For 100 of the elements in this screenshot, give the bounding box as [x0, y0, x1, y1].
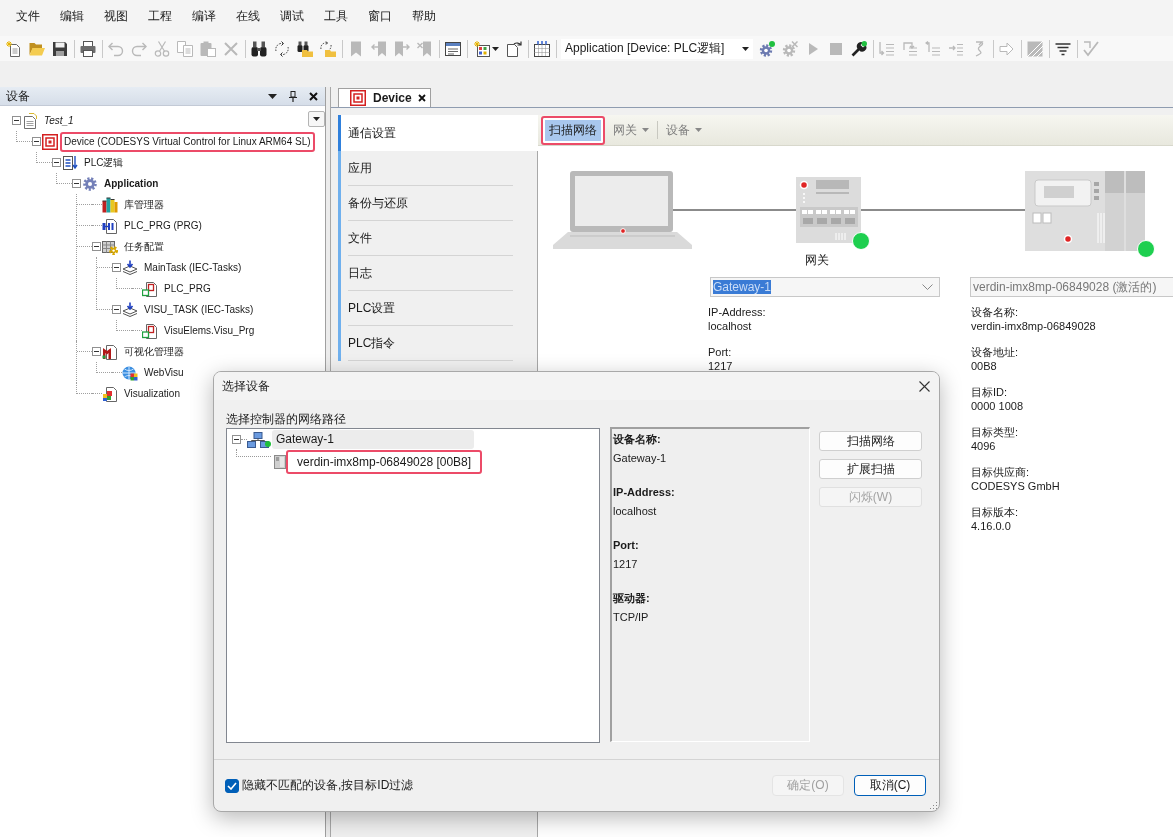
document-bars-icon — [102, 217, 118, 234]
step-into-icon — [879, 40, 895, 57]
tree-item[interactable]: Gateway-1 — [272, 430, 474, 449]
editor-tab[interactable]: Device — [338, 88, 431, 107]
bookmark-delete-icon — [417, 40, 433, 57]
info-value: 00B8 — [971, 359, 998, 373]
save-icon — [52, 40, 68, 57]
tree-item[interactable]: Application — [100, 173, 163, 194]
books-icon — [102, 196, 118, 213]
dialog-button[interactable]: 扫描网络 — [819, 431, 922, 451]
info-value: 1217 — [708, 359, 734, 373]
tree-item[interactable]: WebVisu — [140, 362, 188, 383]
clipboard-icon — [200, 40, 216, 57]
collapse-icon[interactable] — [52, 158, 61, 167]
info-value: CODESYS GmbH — [971, 479, 1061, 493]
info-label: 目标版本: — [971, 505, 1020, 519]
caret-icon[interactable] — [268, 93, 277, 99]
document-block-icon — [102, 343, 118, 360]
nav-item[interactable]: 通信设置 — [338, 115, 538, 151]
tree-item[interactable]: 可视化管理器 — [120, 341, 188, 362]
menu-item[interactable]: 工程 — [138, 5, 182, 27]
collapse-icon[interactable] — [32, 137, 41, 146]
dialog-title: 选择设备 — [222, 377, 271, 395]
wrench-icon — [851, 40, 867, 57]
menu-item[interactable]: 文件 — [6, 5, 50, 27]
collapse-icon[interactable] — [112, 263, 121, 272]
detail-value: Gateway-1 — [613, 451, 668, 466]
tree-item[interactable]: Device (CODESYS Virtual Control for Linux ARM64 SL) — [60, 131, 315, 152]
globe-squares-icon — [122, 364, 138, 381]
tree-item[interactable]: VisuElems.Visu_Prg — [160, 320, 259, 341]
check-arrow-icon — [1083, 40, 1099, 57]
menu-item[interactable]: 编译 — [182, 5, 226, 27]
tree-item[interactable]: PLC_PRG (PRG) — [120, 215, 206, 236]
menu-item[interactable]: 工具 — [314, 5, 358, 27]
nested-squares-icon — [350, 90, 366, 106]
tree-item[interactable]: PLC_PRG — [160, 278, 215, 299]
collapse-icon[interactable] — [12, 116, 21, 125]
gear-cross-icon — [782, 40, 798, 57]
tree-item[interactable]: verdin-imx8mp-06849028 [00B8] — [286, 450, 483, 474]
detail-label: 驱动器: — [613, 591, 651, 606]
document-arrow-icon — [506, 40, 522, 57]
delete-icon — [223, 40, 239, 57]
tree-item[interactable]: VISU_TASK (IEC-Tasks) — [140, 299, 258, 320]
info-label: 目标类型: — [971, 425, 1020, 439]
tree-item[interactable]: Visualization — [120, 383, 184, 404]
bookmark-next-icon — [394, 40, 410, 57]
collapse-icon[interactable] — [232, 435, 241, 444]
tree-item[interactable]: Test_1 — [40, 110, 78, 131]
module-icon — [274, 454, 286, 470]
window-list-icon — [445, 40, 461, 57]
scissors-icon — [154, 40, 170, 57]
check-icon — [227, 781, 237, 790]
menu-item[interactable]: 编辑 — [50, 5, 94, 27]
collapse-icon[interactable] — [92, 242, 101, 251]
close-icon[interactable] — [417, 94, 426, 102]
menu-item[interactable]: 调试 — [270, 5, 314, 27]
undo-icon — [108, 40, 124, 57]
collapse-icon[interactable] — [72, 179, 81, 188]
document-lines-icon — [62, 154, 78, 171]
info-value: localhost — [708, 319, 753, 333]
collapse-icon[interactable] — [92, 347, 101, 356]
info-label: Port: — [708, 345, 733, 359]
menu-item[interactable]: 窗口 — [358, 5, 402, 27]
bookmark-icon — [348, 40, 364, 57]
layers-arrow-icon — [122, 259, 138, 276]
gear-icon — [82, 175, 98, 192]
dialog-button[interactable]: 扩展扫描 — [819, 459, 922, 479]
binoculars-folder-icon — [297, 40, 313, 57]
caret-icon — [695, 128, 702, 132]
collapse-icon[interactable] — [112, 305, 121, 314]
step-over-icon — [902, 40, 918, 57]
grid-gear-icon — [102, 238, 118, 255]
gateway-label: 网关 — [805, 253, 829, 267]
chevron-down-icon — [922, 284, 933, 290]
tree-item[interactable]: MainTask (IEC-Tasks) — [140, 257, 246, 278]
checkbox-label: 隐藏不匹配的设备,按目标ID过滤 — [242, 777, 415, 794]
checkbox[interactable] — [225, 778, 239, 793]
gateway-drawing — [796, 177, 861, 243]
menu-item[interactable]: 视图 — [94, 5, 138, 27]
close-icon[interactable] — [309, 91, 318, 101]
detail-label: 设备名称: — [613, 432, 662, 447]
pin-icon[interactable] — [289, 90, 297, 102]
hatched-square-icon — [1027, 40, 1043, 57]
dropdown[interactable]: Application [Device: PLC逻辑] — [561, 38, 753, 59]
resize-grip-icon — [929, 801, 937, 809]
tree-item[interactable]: PLC逻辑 — [80, 152, 128, 173]
info-value: 4.16.0.0 — [971, 519, 1012, 533]
dialog-button[interactable]: 取消(C) — [854, 775, 926, 796]
menu-item[interactable]: 帮助 — [402, 5, 446, 27]
funnel-lines-icon — [1055, 40, 1071, 57]
tree-item[interactable]: 任务配置 — [120, 236, 168, 257]
menu-item[interactable]: 在线 — [226, 5, 270, 27]
dotted-arrows-folder-icon — [320, 40, 336, 57]
dropdown-button[interactable] — [308, 111, 325, 127]
dropdown[interactable]: verdin-imx8mp-06849028 (激活的) — [970, 277, 1173, 297]
caret-icon — [742, 46, 749, 51]
toolbar-button[interactable]: 扫描网络 — [541, 115, 605, 145]
tree-item[interactable]: 库管理器 — [120, 194, 168, 215]
close-icon[interactable] — [919, 380, 930, 392]
dotted-arrows-icon — [274, 40, 290, 57]
